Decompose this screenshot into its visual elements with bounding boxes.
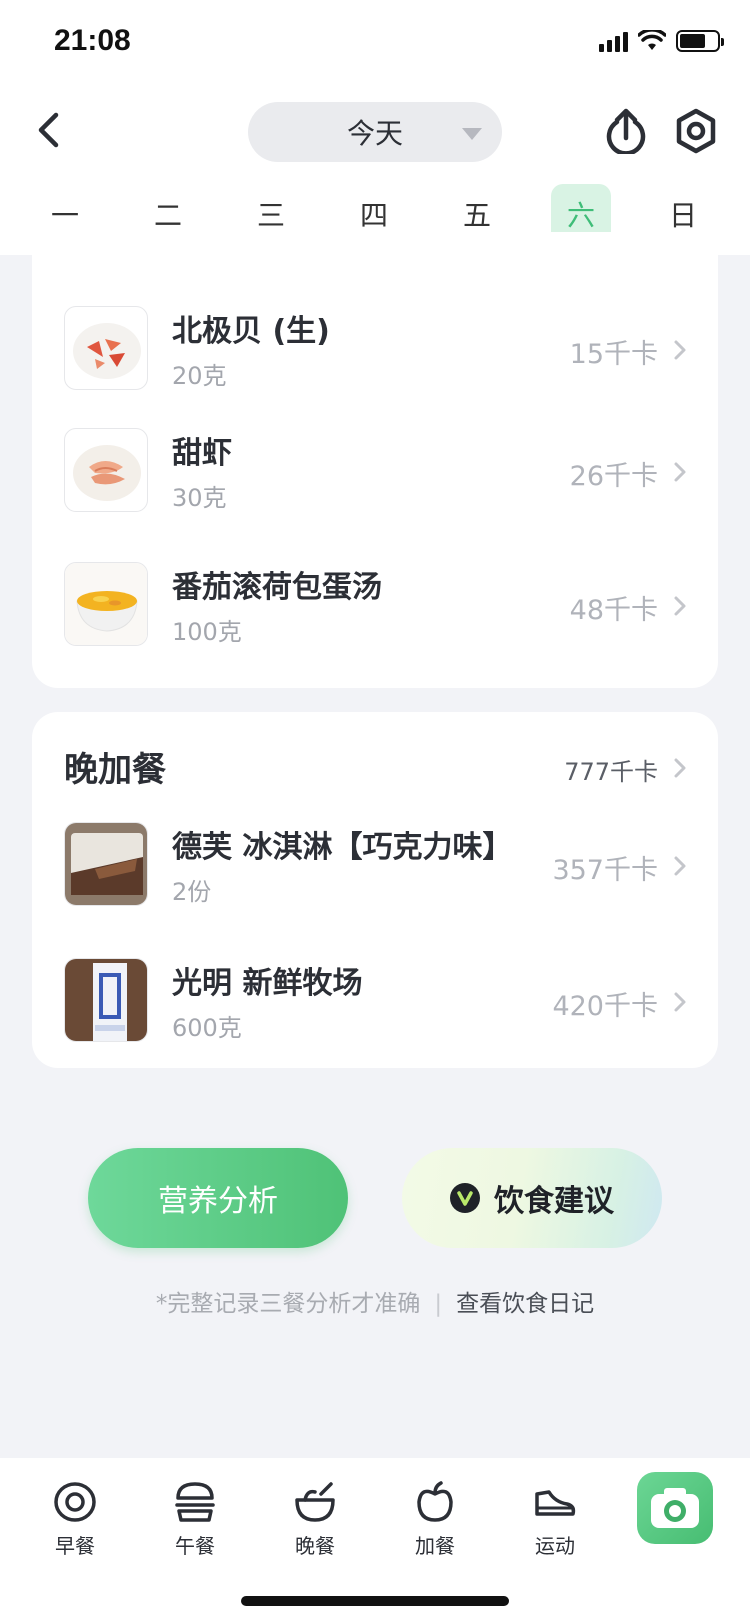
food-image-egg-soup	[64, 562, 148, 646]
chevron-right-icon	[674, 758, 686, 778]
food-image-dove-icecream	[64, 822, 148, 906]
food-image-shrimp	[64, 428, 148, 512]
food-quantity: 600克	[172, 1014, 242, 1042]
food-name: 光明 新鲜牧场	[172, 966, 363, 1001]
food-quantity: 100克	[172, 618, 242, 646]
share-icon	[606, 108, 646, 156]
v-logo-icon	[450, 1183, 480, 1213]
food-calories: 48千卡	[569, 595, 658, 626]
diet-advice-label: 饮食建议	[494, 1184, 614, 1219]
snack-card: 晚加餐 777千卡 德芙 冰淇淋【巧克力味】 2份 357千卡 光明 新鲜牧场 …	[32, 712, 718, 1068]
chevron-right-icon	[674, 596, 686, 616]
home-indicator	[241, 1596, 509, 1606]
meal-card: 北极贝 (生) 20克 15千卡 甜虾 30克 26千卡 番茄滚荷包蛋汤 100…	[32, 232, 718, 688]
diet-advice-button[interactable]: 饮食建议	[402, 1148, 662, 1248]
chevron-right-icon	[674, 992, 686, 1012]
tab-snack[interactable]: 加餐	[395, 1470, 475, 1558]
date-selector[interactable]: 今天	[248, 102, 502, 162]
tab-lunch[interactable]: 午餐	[155, 1470, 235, 1558]
food-name: 德芙 冰淇淋【巧克力味】	[172, 830, 513, 865]
food-image-milk-carton	[64, 958, 148, 1042]
food-name: 北极贝 (生)	[172, 314, 330, 349]
tab-label: 晚餐	[295, 1534, 335, 1558]
chevron-right-icon	[674, 340, 686, 360]
food-calories: 26千卡	[569, 461, 658, 492]
diet-diary-link[interactable]: 查看饮食日记	[456, 1291, 594, 1317]
caret-down-icon	[462, 128, 482, 140]
status-icons	[599, 30, 724, 52]
nutrition-analysis-label: 营养分析	[158, 1184, 278, 1219]
bowl-icon	[295, 1482, 335, 1522]
food-name: 甜虾	[172, 436, 232, 471]
food-quantity: 2份	[172, 878, 212, 906]
apple-icon	[417, 1481, 453, 1522]
food-calories: 15千卡	[569, 339, 658, 370]
tab-label: 早餐	[55, 1534, 95, 1558]
food-item[interactable]: 德芙 冰淇淋【巧克力味】 2份 357千卡	[32, 822, 718, 918]
signal-icon	[599, 30, 628, 52]
food-quantity: 30克	[172, 484, 227, 512]
food-name: 番茄滚荷包蛋汤	[172, 570, 382, 605]
share-button[interactable]	[604, 108, 648, 156]
settings-hexagon-icon	[676, 108, 716, 154]
tab-exercise[interactable]: 运动	[515, 1470, 595, 1558]
shoe-icon	[535, 1490, 576, 1516]
chevron-right-icon	[674, 462, 686, 482]
food-item[interactable]: 番茄滚荷包蛋汤 100克 48千卡	[32, 562, 718, 658]
back-button[interactable]	[28, 108, 68, 152]
tab-label: 运动	[535, 1534, 575, 1558]
camera-icon	[651, 1488, 699, 1528]
settings-button[interactable]	[674, 108, 718, 154]
battery-icon	[676, 30, 724, 52]
tab-dinner[interactable]: 晚餐	[275, 1470, 355, 1558]
divider: |	[434, 1291, 443, 1317]
food-item[interactable]: 光明 新鲜牧场 600克 420千卡	[32, 958, 718, 1054]
hint-row: *完整记录三餐分析才准确 | 查看饮食日记	[0, 1284, 750, 1318]
camera-button[interactable]	[637, 1472, 713, 1544]
date-label: 今天	[346, 117, 403, 150]
top-bar: 21:08 今天 一 二 三 四 五 六 日	[0, 0, 750, 255]
snack-title: 晚加餐	[64, 750, 166, 790]
snack-total-calories[interactable]: 777千卡	[564, 752, 658, 787]
food-image-scallop	[64, 306, 148, 390]
tab-label: 加餐	[415, 1534, 455, 1558]
status-time: 21:08	[54, 24, 131, 57]
burger-icon	[175, 1482, 215, 1522]
egg-icon	[54, 1482, 96, 1522]
chevron-left-icon	[38, 112, 59, 148]
food-calories: 357千卡	[552, 855, 658, 886]
food-calories: 420千卡	[552, 991, 658, 1022]
food-quantity: 20克	[172, 362, 227, 390]
nutrition-analysis-button[interactable]: 营养分析	[88, 1148, 348, 1248]
chevron-right-icon	[674, 856, 686, 876]
food-item[interactable]: 甜虾 30克 26千卡	[32, 428, 718, 524]
analysis-hint: *完整记录三餐分析才准确	[155, 1291, 421, 1317]
food-item[interactable]: 北极贝 (生) 20克 15千卡	[32, 306, 718, 402]
wifi-icon	[638, 30, 666, 50]
tab-label: 午餐	[175, 1534, 215, 1558]
tab-breakfast[interactable]: 早餐	[35, 1470, 115, 1558]
